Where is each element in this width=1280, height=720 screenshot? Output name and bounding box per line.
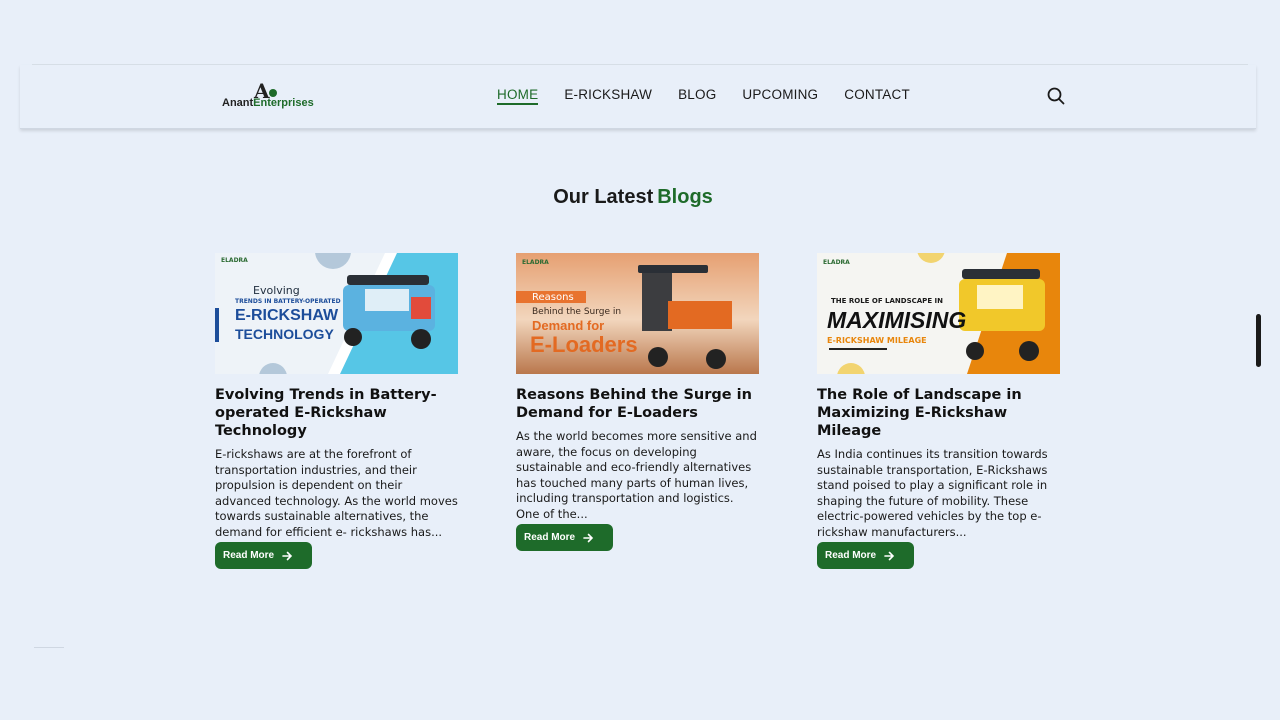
arrow-right-icon [884,551,895,560]
blog-card: ELADRA Evolving TRENDS IN BATTERY-OPERAT… [215,253,458,569]
blog-card-excerpt: As the world becomes more sensitive and … [516,429,757,521]
site-header: A AnantEnterprises HOME E-RICKSHAW BLOG … [20,65,1256,129]
brand-logo[interactable]: A AnantEnterprises [222,79,322,113]
blog-card-image[interactable]: ELADRA Reasons Behind the Surge in Deman… [516,253,759,374]
nav-blog[interactable]: BLOG [678,87,716,105]
read-more-button[interactable]: Read More [215,542,312,569]
blog-card: ELADRA Reasons Behind the Surge in Deman… [516,253,759,551]
blog-card-excerpt: As India continues its transition toward… [817,447,1048,539]
blog-card: ELADRA THE ROLE OF LANDSCAPE IN MAXIMISI… [817,253,1060,569]
nav-upcoming[interactable]: UPCOMING [742,87,818,105]
blog-card-excerpt: E-rickshaws are at the forefront of tran… [215,447,458,539]
nav-contact[interactable]: CONTACT [844,87,910,105]
blog-card-image[interactable]: ELADRA Evolving TRENDS IN BATTERY-OPERAT… [215,253,458,374]
blog-card-title[interactable]: Reasons Behind the Surge in Demand for E… [516,386,759,422]
search-icon[interactable] [1047,87,1065,105]
blog-card-image[interactable]: ELADRA THE ROLE OF LANDSCAPE IN MAXIMISI… [817,253,1060,374]
logo-text: AnantEnterprises [222,97,314,109]
arrow-right-icon [282,551,293,560]
footer-divider [34,647,64,648]
nav-home[interactable]: HOME [497,87,539,105]
blog-card-title[interactable]: The Role of Landscape in Maximizing E-Ri… [817,386,1060,440]
nav-e-rickshaw[interactable]: E-RICKSHAW [564,87,652,105]
section-title: Our Latest Blogs [553,186,713,208]
blog-card-title[interactable]: Evolving Trends in Battery-operated E-Ri… [215,386,458,440]
scrollbar-thumb[interactable] [1256,314,1261,367]
read-more-button[interactable]: Read More [516,524,613,551]
read-more-button[interactable]: Read More [817,542,914,569]
arrow-right-icon [583,533,594,542]
main-nav: HOME E-RICKSHAW BLOG UPCOMING CONTACT [497,87,910,105]
